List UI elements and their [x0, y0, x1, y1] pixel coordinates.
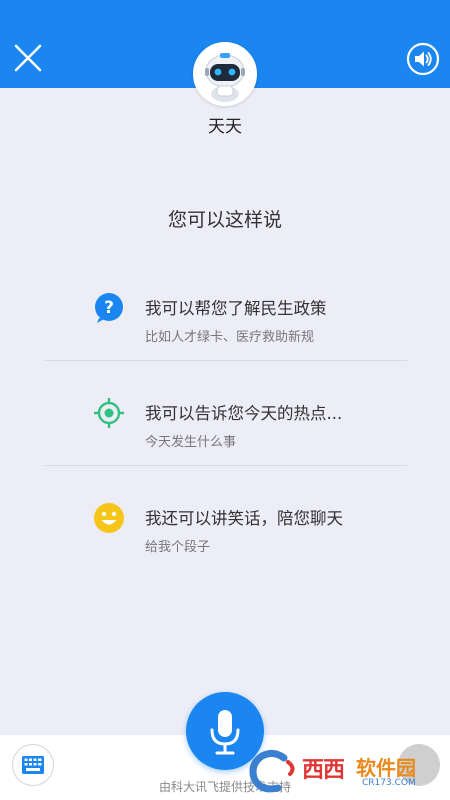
prompt-title: 您可以这样说	[167, 209, 282, 231]
smiley-icon	[94, 503, 124, 533]
suggestion-subtitle: 给我个段子	[145, 540, 211, 555]
suggestion-title: 我可以帮您了解民生政策	[145, 299, 327, 318]
suggestion-subtitle: 今天发生什么事	[145, 435, 237, 450]
close-button[interactable]	[12, 42, 44, 74]
suggestion-item-news[interactable]: 我可以告诉您今天的热点... 今天发生什么事	[45, 375, 405, 479]
microphone-icon	[210, 710, 240, 755]
suggestion-title: 我可以告诉您今天的热点...	[145, 404, 343, 423]
speaker-button[interactable]	[406, 42, 440, 76]
suggestion-title: 我还可以讲笑话，陪您聊天	[145, 509, 343, 528]
suggestion-subtitle: 比如人才绿卡、医疗救助新规	[145, 330, 315, 345]
question-icon: ?	[95, 293, 123, 323]
speaker-icon	[406, 42, 440, 76]
suggestion-item-chat[interactable]: 我还可以讲笑话，陪您聊天 给我个段子	[45, 480, 405, 584]
mic-button[interactable]	[186, 692, 264, 770]
bot-avatar	[193, 42, 257, 106]
footer-note: 由科大讯飞提供技术支持	[158, 780, 291, 794]
divider	[45, 465, 407, 466]
divider	[45, 360, 407, 361]
robot-icon	[195, 44, 255, 104]
svg-text:?: ?	[104, 298, 114, 318]
close-icon	[14, 44, 42, 72]
bot-name: 天天	[208, 117, 242, 137]
suggestion-item-policy[interactable]: ? 我可以帮您了解民生政策 比如人才绿卡、医疗救助新规	[45, 270, 405, 374]
target-icon	[94, 398, 124, 428]
